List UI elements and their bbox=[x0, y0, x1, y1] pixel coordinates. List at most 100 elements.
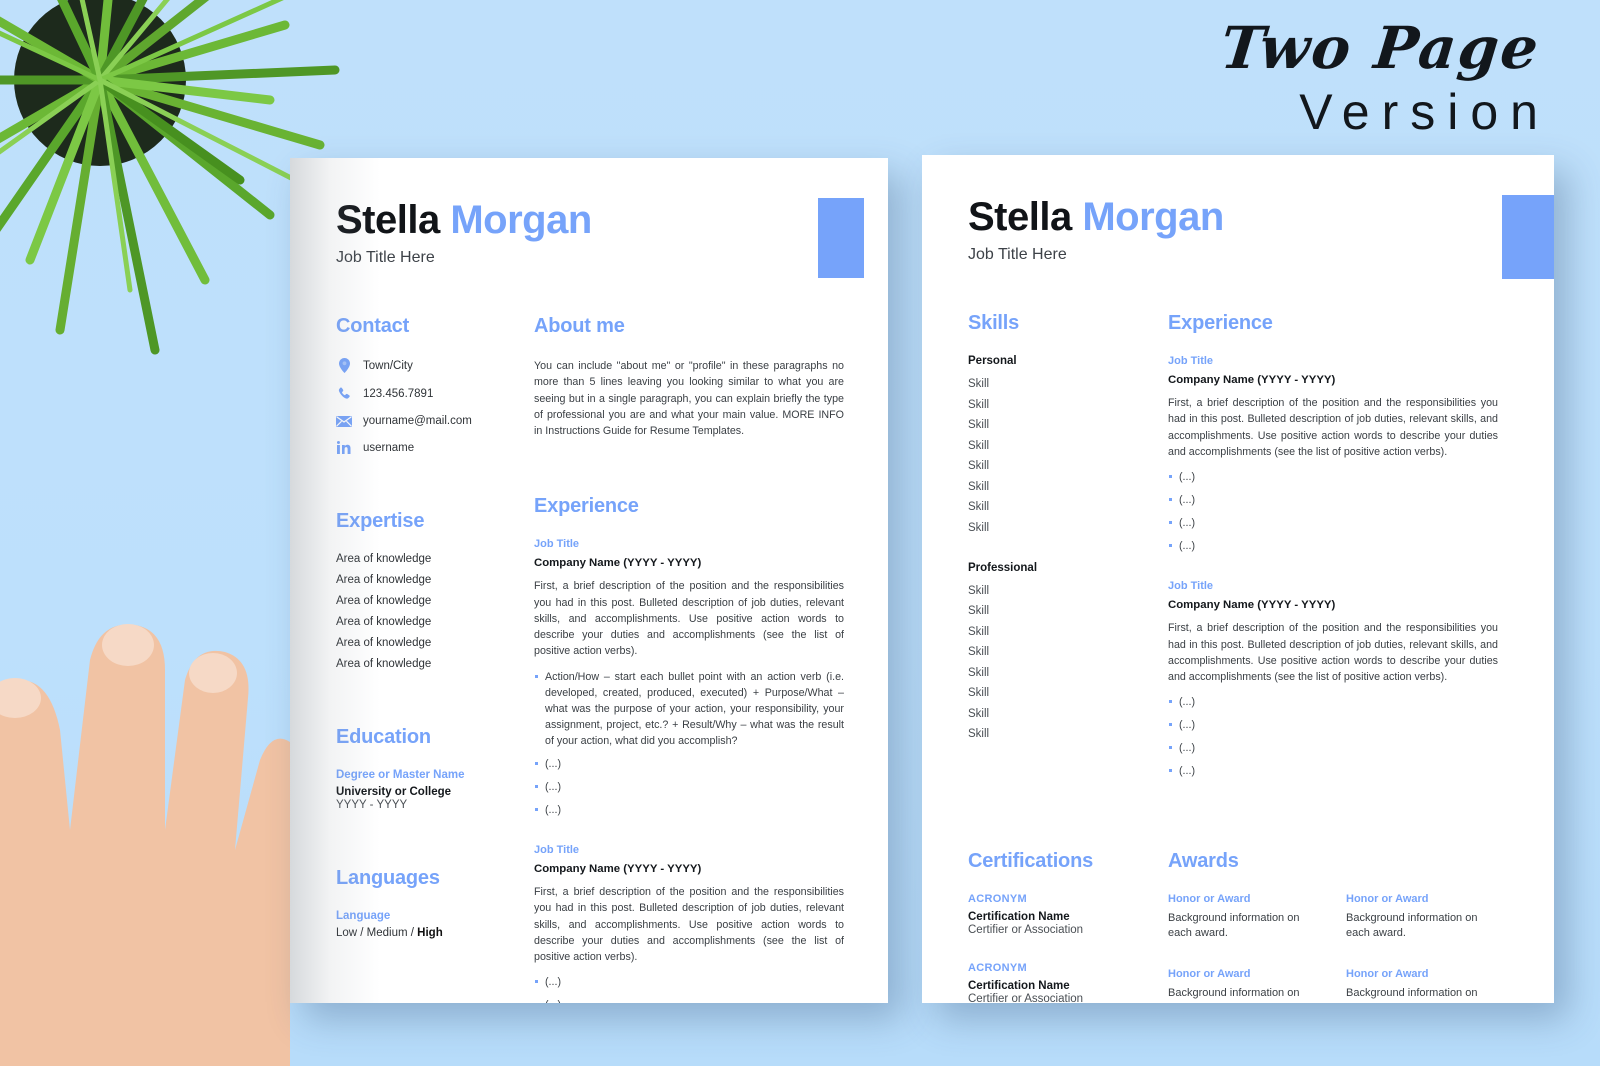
first-name: Stella bbox=[336, 198, 440, 242]
certification-acronym: ACRONYM bbox=[968, 961, 1027, 974]
award-title: Honor or Award bbox=[1346, 892, 1429, 905]
envelope-icon bbox=[336, 415, 352, 427]
job-description: First, a brief description of the positi… bbox=[534, 580, 844, 658]
location-pin-icon bbox=[336, 358, 352, 373]
education-degree: Degree or Master Name bbox=[336, 769, 465, 781]
expertise-item: Area of knowledge bbox=[336, 658, 432, 670]
language-label: Language bbox=[336, 910, 391, 922]
section-heading-awards: Awards bbox=[1168, 849, 1239, 872]
skill-item: Skill bbox=[968, 584, 990, 597]
job-bullet: (...) bbox=[1168, 515, 1498, 531]
resume-page-1[interactable]: Stella Morgan Job Title Here Contact Tow… bbox=[290, 158, 888, 1003]
language-level-value: High bbox=[417, 927, 443, 939]
job-description: First, a brief description of the positi… bbox=[1168, 622, 1498, 684]
poster-title-line2: Version bbox=[1299, 83, 1550, 140]
phone-icon bbox=[336, 387, 352, 401]
skill-item: Skill bbox=[968, 398, 990, 411]
resume-job-title-page2: Job Title Here bbox=[968, 246, 1067, 263]
job-bullets: (...)(...)(...)(...) bbox=[534, 974, 844, 1003]
award-description: Background information on each award. bbox=[1168, 986, 1300, 1003]
job-bullets: (...)(...)(...)(...) bbox=[1168, 469, 1498, 554]
awards-column-group: Honor or Award Background information on … bbox=[1168, 893, 1318, 1004]
page2-right-column: Experience Job Title Company Name (YYYY -… bbox=[1168, 312, 1498, 806]
resume-page-2[interactable]: Stella Morgan Job Title Here Skills Pers… bbox=[922, 155, 1554, 1003]
poster-title: Two Page Version bbox=[1217, 14, 1544, 143]
expertise-item: Area of knowledge bbox=[336, 574, 432, 586]
skill-item: Skill bbox=[968, 521, 990, 534]
skill-item: Skill bbox=[968, 460, 990, 472]
contact-list: Town/City 123.456.7891 yourname@mail.com… bbox=[336, 358, 534, 454]
company-name: Company Name (YYYY - YYYY) bbox=[1168, 374, 1336, 386]
experience-list-page2: Job Title Company Name (YYYY - YYYY) First… bbox=[1168, 355, 1498, 780]
certification-name: Certification Name bbox=[968, 910, 1070, 923]
job-bullet: (...) bbox=[1168, 469, 1498, 485]
poster-canvas: Two Page Version Stella Morgan Job Title… bbox=[0, 0, 1600, 1066]
award-entry: Honor or Award Background information on … bbox=[1168, 968, 1318, 1003]
contact-item-email[interactable]: yourname@mail.com bbox=[336, 415, 534, 427]
section-heading-education: Education bbox=[336, 726, 431, 748]
job-bullet: (...) bbox=[1168, 492, 1498, 508]
award-title: Honor or Award bbox=[1168, 967, 1251, 980]
about-me-text: You can include "about me" or "profile" … bbox=[534, 360, 844, 438]
job-bullet: Action/How – start each bullet point wit… bbox=[534, 669, 844, 749]
resume-job-title-page1: Job Title Here bbox=[336, 249, 435, 266]
job-bullet: (...) bbox=[534, 802, 844, 818]
expertise-item: Area of knowledge bbox=[336, 595, 432, 607]
certification-issuer: Certifier or Association bbox=[968, 923, 1084, 936]
skill-item: Skill bbox=[968, 666, 990, 679]
expertise-item: Area of knowledge bbox=[336, 616, 432, 628]
section-heading-expertise: Expertise bbox=[336, 510, 425, 532]
skill-item: Skill bbox=[968, 687, 990, 699]
skill-group: Personal Skill Skill Skill Skill Skill Skill Sk… bbox=[968, 355, 1168, 534]
certification-issuer: Certifier or Association bbox=[968, 992, 1084, 1004]
education-school: University or College bbox=[336, 786, 452, 798]
skill-item: Skill bbox=[968, 501, 990, 513]
company-name: Company Name (YYYY - YYYY) bbox=[534, 557, 702, 570]
contact-item-location[interactable]: Town/City bbox=[336, 358, 534, 373]
skill-item: Skill bbox=[968, 480, 990, 493]
certifications-list: ACRONYM Certification Name Certifier or As… bbox=[968, 893, 1168, 1004]
job-bullets: (...)(...)(...)(...) bbox=[1168, 694, 1498, 779]
experience-page1-entry: Job Title Company Name (YYYY - YYYY) First… bbox=[534, 844, 844, 1003]
awards-column-group: Honor or Award Background information on … bbox=[1346, 893, 1496, 1004]
section-heading-about-me: About me bbox=[534, 315, 625, 337]
education-entry: Degree or Master Name University or Coll… bbox=[336, 769, 534, 811]
last-name: Morgan bbox=[450, 198, 592, 242]
language-level: Low / Medium / High bbox=[336, 927, 534, 939]
skill-item: Skill bbox=[968, 378, 990, 390]
contact-value-email: yourname@mail.com bbox=[363, 415, 472, 427]
page1-left-column: Contact Town/City 123.456.7891 yourname@… bbox=[336, 315, 534, 1003]
section-heading-experience-page2: Experience bbox=[1168, 312, 1273, 334]
skill-group: Professional Skill Skill Skill Skill Skill Ski… bbox=[968, 562, 1168, 741]
skill-item: Skill bbox=[968, 728, 990, 740]
contact-item-linkedin[interactable]: username bbox=[336, 441, 534, 454]
last-name: Morgan bbox=[1082, 195, 1224, 239]
poster-title-line1: Two Page bbox=[1217, 14, 1544, 82]
experience-list-page1: Job Title Company Name (YYYY - YYYY) First… bbox=[534, 538, 844, 1003]
page1-right-column: About me You can include "about me" or "… bbox=[534, 315, 844, 1003]
skill-group-title: Professional bbox=[968, 561, 1038, 574]
skill-item: Skill bbox=[968, 419, 990, 431]
skill-item: Skill bbox=[968, 605, 990, 617]
award-entry: Honor or Award Background information on … bbox=[1346, 968, 1496, 1003]
contact-value-phone: 123.456.7891 bbox=[363, 388, 434, 400]
linkedin-icon bbox=[336, 441, 352, 454]
expertise-item: Area of knowledge bbox=[336, 553, 432, 565]
job-bullet: (...) bbox=[534, 997, 844, 1003]
page2-left-column: Skills Personal Skill Skill Skill Skill Skill… bbox=[968, 312, 1168, 806]
section-heading-certifications: Certifications bbox=[968, 849, 1094, 872]
resume-name-page2: Stella Morgan bbox=[968, 197, 1554, 237]
job-bullet: (...) bbox=[1168, 694, 1498, 710]
expertise-list: Area of knowledge Area of knowledge Area o… bbox=[336, 553, 534, 670]
section-heading-skills: Skills bbox=[968, 312, 1020, 334]
certification-acronym: ACRONYM bbox=[968, 892, 1027, 905]
award-entry: Honor or Award Background information on … bbox=[1168, 893, 1318, 942]
section-heading-experience-page1: Experience bbox=[534, 495, 639, 518]
experience-page1-entry: Job Title Company Name (YYYY - YYYY) First… bbox=[534, 538, 844, 818]
certification-entry: ACRONYM Certification Name Certifier or As… bbox=[968, 893, 1168, 936]
contact-item-phone[interactable]: 123.456.7891 bbox=[336, 387, 534, 401]
certification-name: Certification Name bbox=[968, 979, 1070, 992]
skill-group-title: Personal bbox=[968, 355, 1017, 367]
job-bullet: (...) bbox=[1168, 717, 1498, 733]
job-bullet: (...) bbox=[534, 779, 844, 795]
